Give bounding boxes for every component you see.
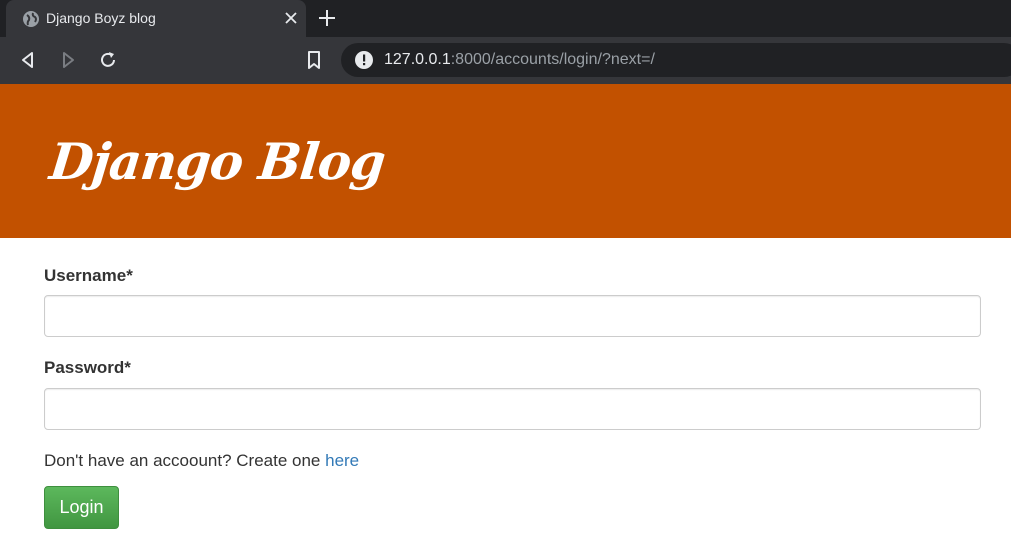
signup-prompt-text: Don't have an accoount? Create one xyxy=(44,451,326,470)
url-path: :8000/accounts/login/?next=/ xyxy=(450,51,655,68)
close-icon[interactable] xyxy=(284,11,298,25)
username-label: Username* xyxy=(44,266,133,285)
username-input[interactable] xyxy=(44,295,981,337)
password-label: Password* xyxy=(44,358,131,377)
browser-tab-bar: Django Boyz blog xyxy=(0,0,1011,37)
url-host: 127.0.0.1 xyxy=(384,51,451,68)
site-header: Django Blog xyxy=(0,84,1011,238)
plus-icon[interactable] xyxy=(318,9,336,27)
reload-icon[interactable] xyxy=(98,50,118,70)
back-arrow-icon[interactable] xyxy=(18,50,38,70)
address-bar[interactable]: 127.0.0.1:8000/accounts/login/?next=/ xyxy=(341,43,1011,77)
browser-toolbar: 127.0.0.1:8000/accounts/login/?next=/ xyxy=(0,37,1011,84)
globe-icon xyxy=(23,11,39,27)
signup-link[interactable]: here xyxy=(325,451,359,470)
login-button[interactable]: Login xyxy=(44,486,119,529)
signup-prompt: Don't have an accoount? Create one here xyxy=(44,451,359,471)
url-text[interactable]: 127.0.0.1:8000/accounts/login/?next=/ xyxy=(384,51,655,69)
bookmark-icon[interactable] xyxy=(304,50,324,70)
browser-tab[interactable]: Django Boyz blog xyxy=(6,0,306,37)
forward-arrow-icon[interactable] xyxy=(58,50,78,70)
tab-title: Django Boyz blog xyxy=(46,10,156,26)
password-input[interactable] xyxy=(44,388,981,430)
info-icon[interactable] xyxy=(354,50,374,70)
site-title[interactable]: Django Blog xyxy=(47,132,388,191)
